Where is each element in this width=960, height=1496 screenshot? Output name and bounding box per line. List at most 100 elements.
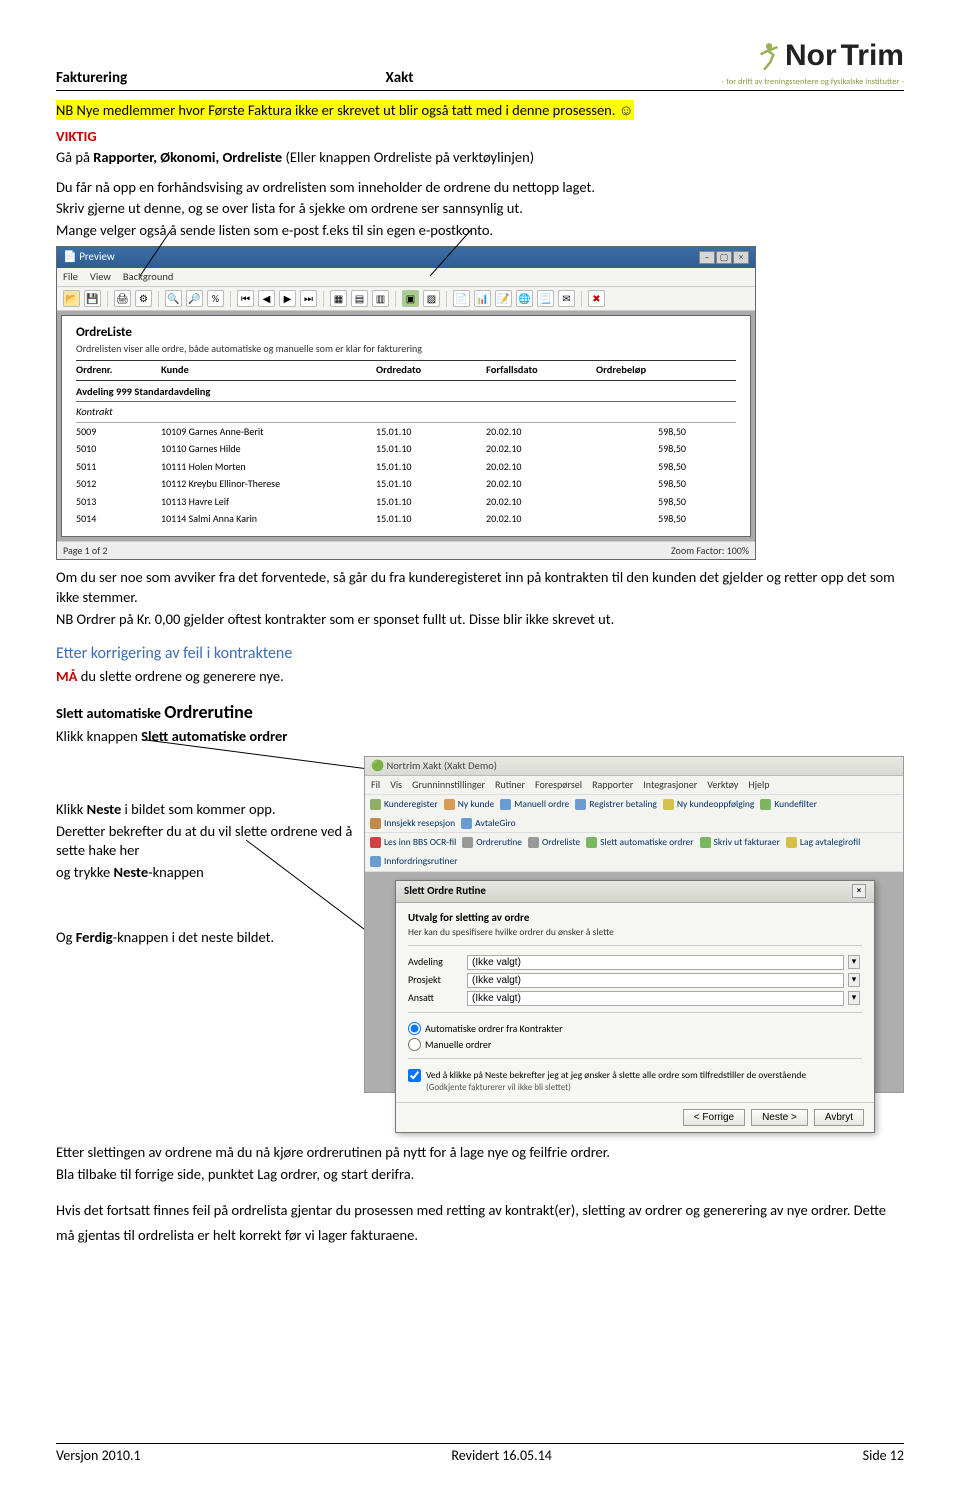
dropdown-icon[interactable]: ▾: [848, 973, 860, 987]
mid-p1: Om du ser noe som avviker fra det forven…: [56, 568, 904, 607]
table-row: 501010110 Garnes Hilde15.01.1020.02.1059…: [76, 440, 736, 458]
mail-icon[interactable]: ✉: [558, 290, 575, 307]
intro-line3: Skriv gjerne ut denne, og se over lista …: [56, 199, 904, 219]
subsection-header: Kontrakt: [76, 402, 736, 423]
dialog-heading: Utvalg for sletting av ordre: [408, 911, 862, 926]
app-menu[interactable]: FilVisGrunninnstillingerRutinerForespørs…: [365, 776, 903, 795]
print-icon[interactable]: 🖨: [114, 290, 131, 307]
dialog-subtext: Her kan du spesifisere hvilke ordrer du …: [408, 926, 862, 939]
input-prosjekt[interactable]: [467, 973, 844, 988]
p3b: Slett automatiske ordrer: [141, 727, 287, 745]
table-row: 500910109 Garnes Anne-Berit15.01.1020.02…: [76, 423, 736, 441]
watermark-icon[interactable]: ▨: [423, 290, 440, 307]
first-page-icon[interactable]: ⏮: [237, 290, 254, 307]
logo-tagline: - for drift av treningssentere og fysika…: [722, 77, 904, 88]
p3a: Klikk knappen: [56, 727, 141, 745]
radio-auto[interactable]: [408, 1022, 421, 1035]
confirm-text: Ved å klikke på Neste bekrefter jeg at j…: [426, 1069, 806, 1082]
next-page-icon[interactable]: ▶: [279, 290, 296, 307]
radio-manual[interactable]: [408, 1038, 421, 1051]
toolbar-2[interactable]: Les inn BBS OCR-fil Ordrerutine Ordrelis…: [365, 833, 903, 872]
highlight-note: NB Nye medlemmer hvor Første Faktura ikk…: [56, 100, 634, 120]
menu-background[interactable]: Background: [123, 270, 173, 284]
footer-page: Side 12: [863, 1447, 904, 1466]
menu-view[interactable]: View: [90, 270, 111, 284]
input-avdeling[interactable]: [467, 955, 844, 970]
menu-file[interactable]: File: [63, 270, 78, 284]
back-button[interactable]: < Forrige: [683, 1109, 745, 1126]
minimize-button[interactable]: –: [699, 251, 715, 264]
label-prosjekt: Prosjekt: [408, 973, 463, 987]
confirm-checkbox[interactable]: [408, 1069, 421, 1082]
zoom-icon[interactable]: 🔍: [165, 290, 182, 307]
print-setup-icon[interactable]: ⚙: [135, 290, 152, 307]
color-icon[interactable]: ▣: [402, 290, 419, 307]
save-icon[interactable]: 💾: [84, 290, 101, 307]
h3a: Slett automatiske: [56, 704, 164, 722]
page-status: Page 1 of 2: [63, 544, 108, 558]
zoom-100-icon[interactable]: %: [207, 290, 224, 307]
table-row: 501410114 Salmi Anna Karin15.01.1020.02.…: [76, 510, 736, 528]
section-header: Avdeling 999 Standardavdeling: [76, 381, 736, 402]
tail-p3: Hvis det fortsatt finnes feil på ordreli…: [56, 1198, 904, 1247]
intro-1b: Rapporter, Økonomi, Ordreliste: [93, 148, 282, 166]
heading-correction: Etter korrigering av feil i kontraktene: [56, 643, 904, 665]
exit-icon[interactable]: ✖: [588, 290, 605, 307]
label-ansatt: Ansatt: [408, 991, 463, 1005]
dropdown-icon[interactable]: ▾: [848, 955, 860, 969]
last-page-icon[interactable]: ⏭: [300, 290, 317, 307]
maximize-button[interactable]: ▢: [716, 251, 732, 264]
tail-p2: Bla tilbake til forrige side, punktet La…: [56, 1165, 904, 1185]
label-avdeling: Avdeling: [408, 955, 463, 969]
export-html-icon[interactable]: 🌐: [516, 290, 533, 307]
cancel-button[interactable]: Avbryt: [814, 1109, 864, 1126]
table-header: Ordrenr. Kunde Ordredato Forfallsdato Or…: [76, 360, 736, 380]
delete-order-dialog: Slett Ordre Rutine × Utvalg for sletting…: [395, 880, 875, 1133]
window-title: 📄 Preview: [63, 250, 115, 265]
export-xls-icon[interactable]: 📊: [474, 290, 491, 307]
continuous-icon[interactable]: ▥: [372, 290, 389, 307]
h3b: Ordrerutine: [164, 701, 253, 723]
input-ansatt[interactable]: [467, 991, 844, 1006]
dropdown-icon[interactable]: ▾: [848, 991, 860, 1005]
intro-1a: Gå på: [56, 148, 93, 166]
preview-window: 📄 Preview – ▢ × File View Background 📂 💾…: [56, 246, 756, 560]
report-title: OrdreListe: [76, 324, 736, 342]
logo-text-2: Trim: [841, 36, 904, 77]
logo-text-1: Nor: [785, 36, 837, 77]
export-pdf-icon[interactable]: 📄: [453, 290, 470, 307]
page-footer: Versjon 2010.1 Revidert 16.05.14 Side 12: [56, 1443, 904, 1466]
prev-page-icon[interactable]: ◀: [258, 290, 275, 307]
ma-label: MÅ: [56, 667, 77, 685]
table-row: 501310113 Havre Leif15.01.1020.02.10598,…: [76, 493, 736, 511]
confirm-note: (Godkjente fakturerer vil ikke bli slett…: [426, 1082, 862, 1094]
dialog-close-button[interactable]: ×: [852, 884, 866, 898]
zoom-out-icon[interactable]: 🔎: [186, 290, 203, 307]
menu-bar[interactable]: File View Background: [57, 268, 755, 287]
zoom-status: Zoom Factor: 100%: [671, 544, 749, 558]
tail-p1: Etter slettingen av ordrene må du nå kjø…: [56, 1143, 904, 1163]
page-header: Fakturering Xakt NorTrim - for drift av …: [56, 36, 904, 91]
runner-icon: [755, 41, 781, 71]
xakt-window: 🟢 Nortrim Xakt (Xakt Demo) FilVisGrunnin…: [364, 756, 904, 1093]
single-page-icon[interactable]: ▦: [330, 290, 347, 307]
toolbar-1[interactable]: Kunderegister Ny kunde Manuell ordre Reg…: [365, 795, 903, 834]
export-txt-icon[interactable]: 📃: [537, 290, 554, 307]
mid-p2: NB Ordrer på Kr. 0,00 gjelder oftest kon…: [56, 610, 904, 630]
table-row: 501210112 Kreybu Ellinor-Therese15.01.10…: [76, 475, 736, 493]
window-title-2: 🟢 Nortrim Xakt (Xakt Demo): [365, 757, 903, 776]
intro-line4: Mange velger også å sende listen som e-p…: [56, 221, 904, 241]
next-button[interactable]: Neste >: [751, 1109, 808, 1126]
intro-1c: (Eller knappen Ordreliste på verktøylinj…: [286, 148, 535, 166]
footer-revised: Revidert 16.05.14: [451, 1447, 552, 1466]
intro-line2: Du får nå opp en forhåndsvising av ordre…: [56, 178, 904, 198]
export-rtf-icon[interactable]: 📝: [495, 290, 512, 307]
doc-title-mid: Xakt: [385, 68, 413, 88]
open-icon[interactable]: 📂: [63, 290, 80, 307]
close-button[interactable]: ×: [733, 251, 749, 264]
doc-title-left: Fakturering: [56, 68, 127, 88]
viktig-label: VIKTIG: [56, 127, 97, 145]
dialog-title: Slett Ordre Rutine: [404, 884, 486, 899]
multi-page-icon[interactable]: ▤: [351, 290, 368, 307]
footer-version: Versjon 2010.1: [56, 1447, 141, 1466]
